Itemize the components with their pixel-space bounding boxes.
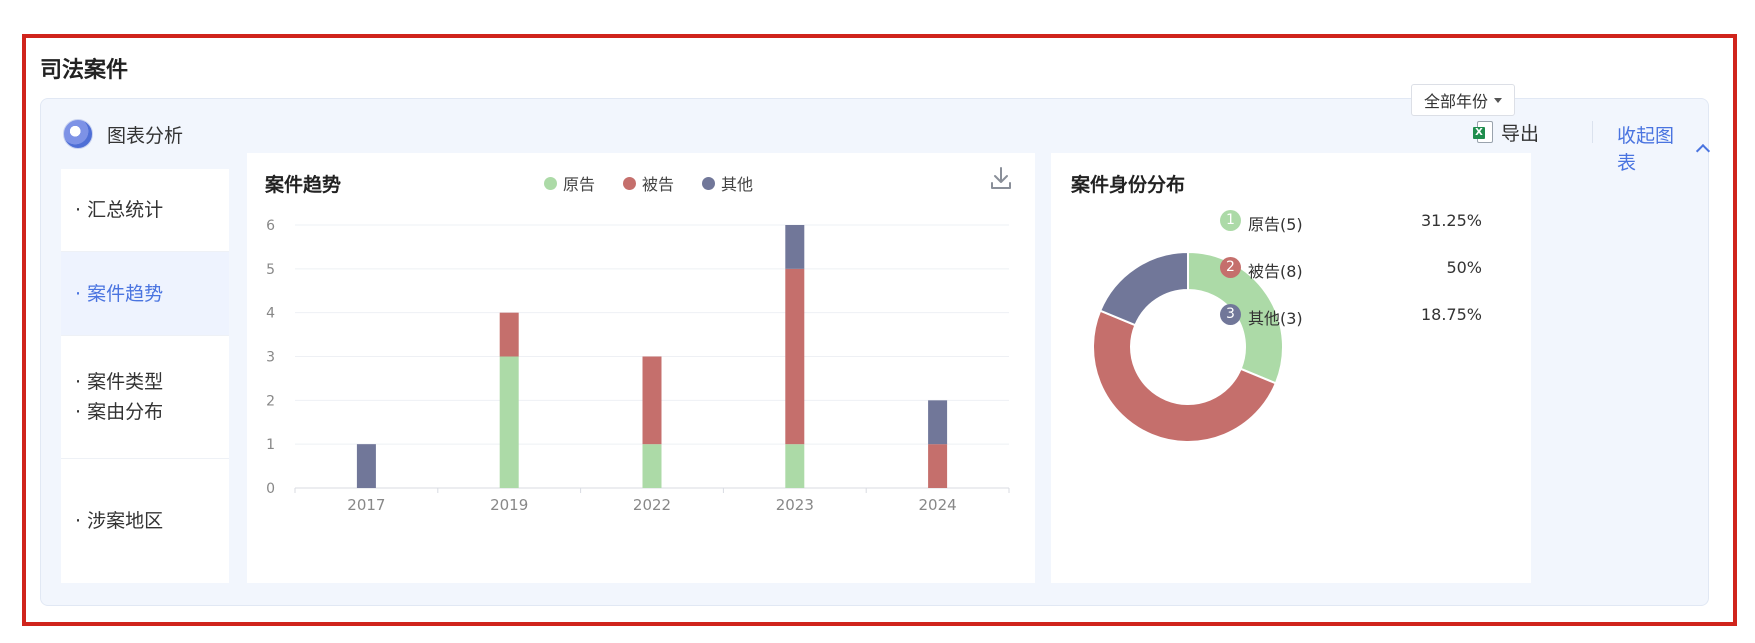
nav-item-label: · 案件趋势 [75,282,164,305]
bar-segment-plaintiff [499,356,519,488]
legend-percent: 50% [1446,258,1482,277]
export-label: 导出 [1501,122,1540,145]
nav-item-summary[interactable]: · 汇总统计 [61,169,229,252]
nav-item-type-cause[interactable]: · 案件类型 · 案由分布 [61,336,229,459]
y-tick-label: 1 [266,437,275,453]
bar-segment-defendant [928,444,948,488]
donut-slice-other [1098,250,1189,327]
legend-badge: 1 [1220,210,1241,231]
legend-label: 原告(5) [1248,215,1303,234]
identity-legend: 1 原告(5) 31.25% 2 被告(8) 50% 3 其他(3) 18.75… [1220,210,1482,351]
collapse-chart-button[interactable]: 收起图表 [1617,121,1711,175]
x-tick-label: 2024 [919,496,957,514]
nav-item-label-cause: · 案由分布 [75,401,164,423]
y-tick-label: 3 [266,350,275,366]
header-divider [1592,121,1593,143]
bar-segment-defendant [642,356,662,445]
export-button[interactable]: X 导出 [1473,117,1539,147]
nav-item-trend[interactable]: · 案件趋势 [61,252,229,336]
excel-icon: X [1473,121,1493,143]
y-tick-label: 0 [266,481,275,497]
year-select-value: 全部年份 [1423,92,1488,111]
nav-item-label: · 汇总统计 [75,199,164,221]
legend-badge: 2 [1220,257,1241,278]
chevron-up-icon [1696,143,1711,159]
nav-item-region[interactable]: · 涉案地区 [61,459,229,583]
caret-down-icon [1494,97,1502,103]
legend-label: 被告(8) [1248,262,1303,281]
bar-segment-plaintiff [785,444,805,488]
year-select[interactable]: 全部年份 [1411,84,1515,116]
panel-title: 图表分析 [107,125,184,147]
legend-percent: 18.75% [1420,305,1482,324]
nav-item-label: · 涉案地区 [75,510,164,532]
legend-badge: 3 [1220,304,1241,325]
bar-segment-plaintiff [642,444,662,488]
identity-legend-row[interactable]: 2 被告(8) 50% [1220,257,1482,281]
y-tick-label: 4 [266,306,275,322]
x-tick-label: 2019 [490,496,528,514]
chart-side-nav: · 汇总统计 · 案件趋势 · 案件类型 · 案由分布 · 涉案地区 [61,169,229,583]
legend-percent: 31.25% [1420,211,1482,230]
x-tick-label: 2023 [776,496,814,514]
section-title: 司法案件 [40,58,129,83]
x-tick-label: 2017 [347,496,385,514]
y-tick-label: 2 [266,393,275,409]
bar-segment-other [785,225,805,269]
bar-segment-defendant [785,268,805,445]
bar-segment-other [928,400,948,445]
y-tick-label: 5 [266,262,275,278]
bar-segment-other [356,444,376,488]
trend-bar-chart: 0 1 2 3 4 5 6 2017 2019 2022 2023 2024 [266,218,1010,514]
collapse-label: 收起图表 [1617,125,1675,174]
trend-card: 案件趋势 原告 被告 其他 0 1 2 3 4 5 6 2017 2019 2022 2023 202… [247,153,1035,583]
identity-legend-row[interactable]: 3 其他(3) 18.75% [1220,304,1482,328]
x-tick-label: 2022 [633,496,671,514]
bar-segment-defendant [499,312,519,357]
chart-analysis-logo-icon [63,119,93,149]
y-tick-label: 6 [266,218,275,234]
nav-item-label-type: · 案件类型 [75,371,164,393]
identity-legend-row[interactable]: 1 原告(5) 31.25% [1220,210,1482,234]
chart-analysis-panel: 图表分析 X 导出 收起图表 · 汇总统计 · 案件趋势 · 案件类型 · 案由… [40,98,1711,606]
legend-label: 其他(3) [1248,309,1303,328]
